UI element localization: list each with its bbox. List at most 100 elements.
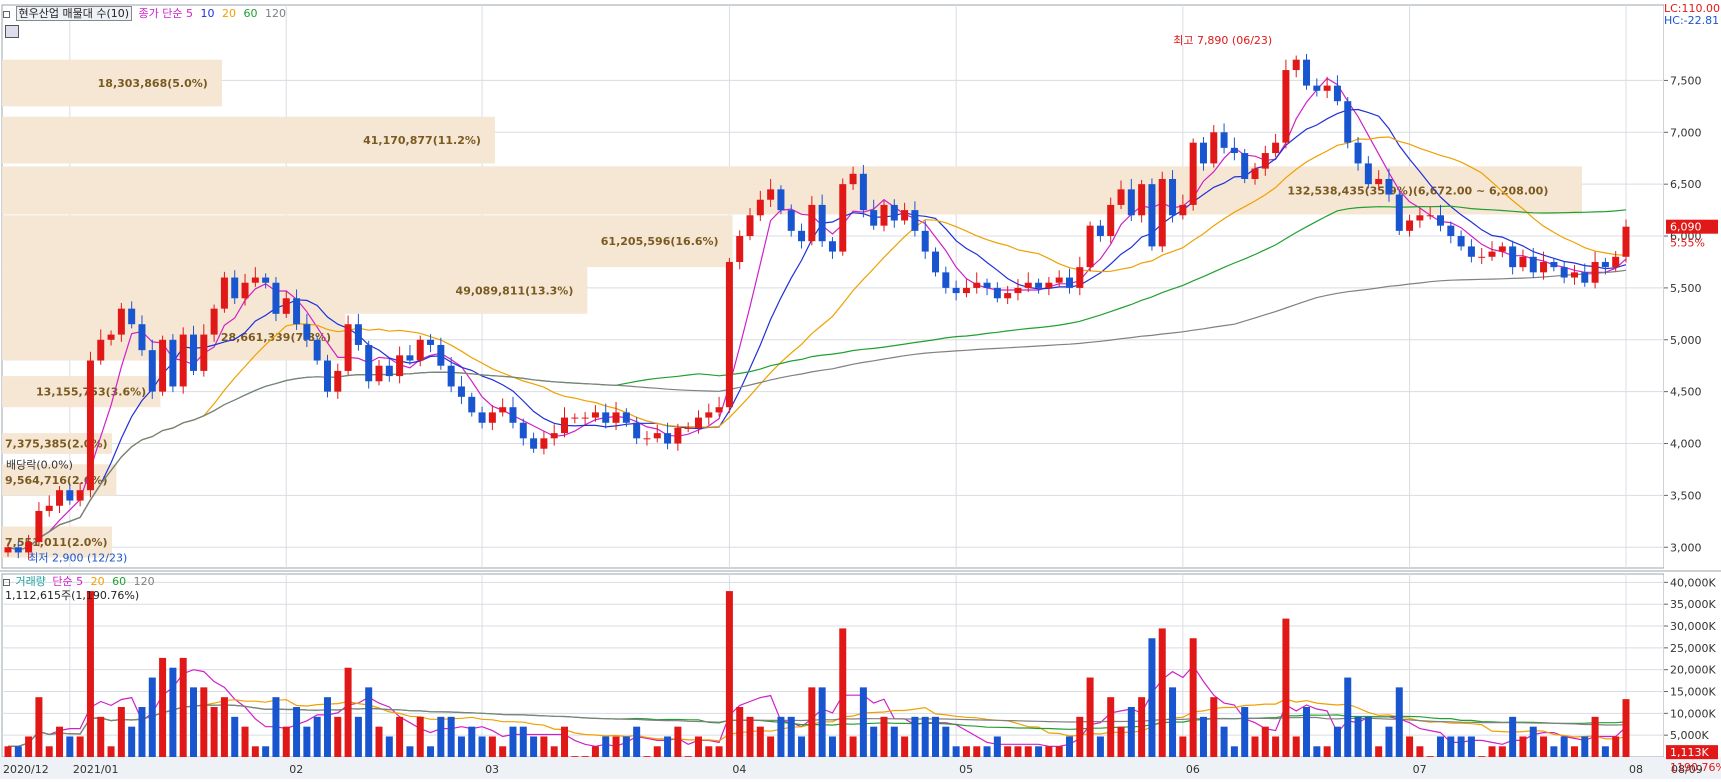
- candle-body: [973, 282, 981, 288]
- candle-body: [1570, 272, 1578, 278]
- candle-body: [1436, 215, 1444, 226]
- candle-body: [107, 334, 115, 340]
- volume-bar: [365, 687, 373, 757]
- candle-body: [1107, 204, 1115, 237]
- candle-body: [488, 412, 496, 423]
- candle-body: [1251, 168, 1259, 179]
- candle-body: [1045, 282, 1053, 288]
- volume-bar: [4, 746, 12, 757]
- ma-120[interactable]: 120: [265, 7, 286, 20]
- candle-body: [499, 407, 507, 413]
- candle-body: [375, 365, 383, 382]
- volume-bar: [128, 726, 136, 757]
- volume-last-value: 1,112,615주(1,190.76%): [5, 589, 140, 602]
- candle-body: [1560, 267, 1568, 278]
- volume-bar: [344, 667, 352, 757]
- price-tick-label: 7,000: [1670, 126, 1702, 139]
- volume-bar: [1519, 736, 1527, 757]
- volume-bar: [1055, 746, 1063, 757]
- ma-60[interactable]: 60: [244, 7, 258, 20]
- volume-bar: [519, 726, 527, 757]
- volume-bar: [1540, 736, 1548, 757]
- candle-body: [828, 241, 836, 252]
- candle-body: [1354, 142, 1362, 164]
- volume-bar: [1138, 697, 1146, 757]
- candle-body: [1447, 225, 1455, 237]
- candle-body: [622, 412, 630, 423]
- date-tick-label: 04: [732, 763, 746, 776]
- date-tick-label: 05: [959, 763, 973, 776]
- candle-body: [1169, 178, 1177, 216]
- candle-body: [210, 308, 218, 335]
- ma-label[interactable]: 종가 단순: [139, 7, 183, 20]
- volume-bar: [952, 746, 960, 757]
- ma-5[interactable]: 5: [186, 7, 193, 20]
- volume-bar: [746, 716, 754, 757]
- candle-body: [251, 277, 259, 283]
- volume-bar: [323, 697, 331, 757]
- candle-body: [468, 396, 476, 413]
- candle-body: [117, 308, 125, 335]
- candle-body: [365, 344, 373, 382]
- volume-bar: [427, 746, 435, 757]
- candle-body: [880, 204, 888, 226]
- table-icon[interactable]: [5, 25, 19, 38]
- candle-body: [725, 261, 733, 408]
- volume-bar: [313, 716, 321, 757]
- volume-bar: [66, 736, 74, 757]
- panel-toggle-icon[interactable]: [3, 10, 10, 18]
- candle-body: [1591, 261, 1599, 283]
- volume-bar: [1158, 628, 1166, 757]
- candle-body: [128, 308, 136, 325]
- candle-body: [262, 277, 270, 283]
- ma-20[interactable]: 20: [222, 7, 236, 20]
- volume-bar: [540, 736, 548, 757]
- volume-tick-label: 10,000K: [1670, 707, 1716, 720]
- panel-toggle-icon[interactable]: [3, 578, 10, 586]
- volume-bar: [777, 716, 785, 757]
- volume-bar: [1065, 736, 1073, 757]
- candle-body: [839, 184, 847, 252]
- volume-bar: [190, 687, 198, 757]
- ma-10[interactable]: 10: [201, 7, 215, 20]
- volume-bar: [612, 736, 620, 757]
- volume-bar: [973, 746, 981, 757]
- candle-body: [416, 339, 424, 361]
- volume-bar: [169, 667, 177, 757]
- volume-bar: [1251, 736, 1259, 757]
- candle-body: [1220, 132, 1228, 148]
- candle-body: [983, 282, 991, 288]
- price-tick-label: 4,500: [1670, 386, 1702, 399]
- volume-bar: [1272, 736, 1280, 757]
- volume-bar: [86, 591, 94, 757]
- volume-bar: [942, 726, 950, 757]
- volume-bar: [1426, 756, 1434, 757]
- volume-bar: [282, 726, 290, 757]
- candle-body: [1014, 287, 1022, 294]
- volume-bar: [437, 716, 445, 757]
- volume-bar: [818, 687, 826, 757]
- chart-canvas[interactable]: 7,551,011(2.0%)9,564,716(2.6%)7,375,385(…: [0, 0, 1721, 779]
- volume-bar: [56, 726, 64, 757]
- volume-bar: [602, 736, 610, 757]
- candle-body: [540, 438, 548, 449]
- volume-bar: [272, 697, 280, 757]
- candle-body: [767, 189, 775, 200]
- ticker-label[interactable]: 현우산업 매물대 수(10): [15, 6, 133, 21]
- volume-tick-label: 15,000K: [1670, 686, 1716, 699]
- candle-body: [1416, 215, 1424, 221]
- volume-bar: [509, 726, 517, 757]
- volume-panel: [1, 573, 1665, 758]
- volume-bar: [530, 736, 538, 757]
- candle-body: [942, 272, 950, 288]
- candle-body: [561, 417, 569, 434]
- volume-bar: [1313, 746, 1321, 757]
- volume-bar: [1323, 746, 1331, 757]
- volume-bar: [1385, 726, 1393, 757]
- price-tick-label: 3,000: [1670, 541, 1702, 554]
- volume-bar: [993, 736, 1001, 757]
- current-price-value: 6,090: [1670, 221, 1702, 234]
- candle-body: [478, 412, 486, 423]
- candle-body: [1303, 59, 1311, 86]
- candle-body: [643, 438, 651, 440]
